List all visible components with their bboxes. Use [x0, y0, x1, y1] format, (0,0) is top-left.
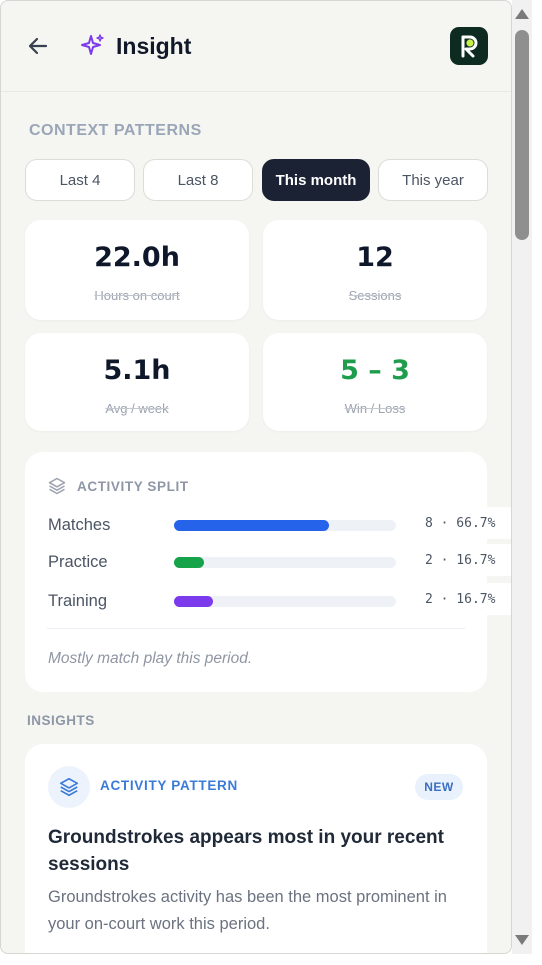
split-row-value: 2 · 16.7% — [408, 583, 511, 615]
split-row-practice: Practice 2 · 16.7% — [48, 544, 511, 576]
stat-avg-per-week: 5.1h Avg / week — [25, 333, 249, 431]
page-title: Insight — [116, 33, 192, 59]
stat-label: Win / Loss — [344, 401, 406, 416]
filter-last-4[interactable]: Last 4 — [25, 159, 135, 201]
sparkle-icon — [81, 34, 104, 55]
split-row-matches: Matches 8 · 66.7% — [48, 507, 511, 539]
insight-kind: ACTIVITY PATTERN — [100, 778, 238, 793]
split-row-value: 2 · 16.7% — [408, 544, 511, 576]
stat-win-loss: 5 – 3 Win / Loss — [263, 333, 487, 431]
insight-icon-badge — [48, 766, 90, 808]
split-divider — [47, 628, 465, 629]
stat-value: 12 — [356, 242, 394, 273]
back-button[interactable] — [23, 31, 53, 61]
insight-body: Groundstrokes activity has been the most… — [48, 888, 447, 933]
context-patterns-heading: CONTEXT PATTERNS — [29, 122, 202, 139]
stat-value: 5 – 3 — [340, 355, 410, 386]
filter-this-year[interactable]: This year — [378, 159, 488, 201]
scroll-up-arrow[interactable] — [515, 9, 529, 19]
split-row-name: Matches — [48, 516, 111, 534]
split-row-training: Training 2 · 16.7% — [48, 583, 511, 615]
activity-split-title: ACTIVITY SPLIT — [77, 478, 189, 494]
stat-value: 5.1h — [103, 355, 171, 386]
split-row-name: Practice — [48, 553, 108, 571]
insight-title: Groundstrokes appears most in your recen… — [48, 827, 444, 875]
split-bar-fill — [174, 557, 204, 568]
app-logo[interactable] — [450, 27, 488, 65]
scroll-thumb[interactable] — [515, 30, 529, 240]
insight-card[interactable]: ACTIVITY PATTERN NEW Groundstrokes appea… — [25, 744, 487, 953]
stat-label: Avg / week — [105, 401, 169, 416]
activity-split-note: Mostly match play this period. — [48, 650, 253, 667]
activity-split-card: ACTIVITY SPLIT Matches 8 · 66.7% Practic… — [25, 452, 511, 692]
layers-icon — [59, 777, 79, 797]
logo-icon — [461, 35, 478, 58]
insights-heading: INSIGHTS — [27, 713, 95, 728]
app-window: Insight CONTEXT PATTERNS Last 4 Last 8 T… — [0, 0, 512, 954]
vertical-scrollbar[interactable] — [512, 0, 532, 954]
split-row-value: 8 · 66.7% — [408, 507, 511, 539]
filter-last-8[interactable]: Last 8 — [143, 159, 253, 201]
layers-icon — [48, 477, 66, 495]
stat-label: Sessions — [348, 288, 402, 303]
split-bar-fill — [174, 596, 213, 607]
stat-value: 22.0h — [94, 242, 180, 273]
top-bar: Insight — [1, 1, 511, 92]
split-bar-track — [174, 520, 396, 531]
new-badge: NEW — [415, 774, 463, 800]
stat-label: Hours on court — [94, 288, 180, 303]
stat-sessions: 12 Sessions — [263, 220, 487, 320]
period-filter: Last 4 Last 8 This month This year — [25, 159, 489, 203]
activity-split-header: ACTIVITY SPLIT — [47, 474, 189, 498]
stat-hours-on-court: 22.0h Hours on court — [25, 220, 249, 320]
scroll-down-arrow[interactable] — [515, 935, 529, 945]
split-bar-track — [174, 596, 396, 607]
split-row-name: Training — [48, 592, 107, 610]
arrow-left-icon — [28, 37, 48, 55]
split-bar-track — [174, 557, 396, 568]
filter-this-month[interactable]: This month — [262, 159, 370, 201]
split-bar-fill — [174, 520, 330, 531]
